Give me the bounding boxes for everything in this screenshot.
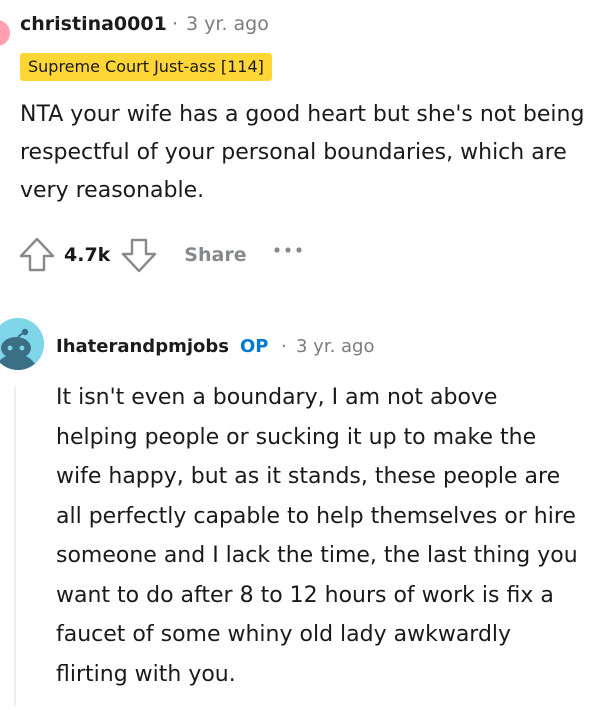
vote-score: 4.7k — [64, 244, 111, 266]
meta-separator: · — [172, 13, 179, 35]
meta-separator: · — [281, 336, 287, 357]
user-flair: Supreme Court Just-ass [114] — [20, 53, 272, 81]
comment-author[interactable]: Ihaterandpmjobs — [56, 336, 229, 357]
downvote-icon[interactable] — [120, 236, 158, 274]
upvote-icon[interactable] — [18, 236, 56, 274]
comment-timestamp[interactable]: 3 yr. ago — [296, 336, 375, 357]
avatar[interactable] — [0, 20, 10, 46]
comment-body: It isn't even a boundary, I am not above… — [56, 385, 578, 687]
snoo-avatar-icon — [0, 318, 44, 370]
comment-timestamp[interactable]: 3 yr. ago — [186, 13, 269, 35]
avatar[interactable] — [0, 318, 44, 370]
share-button[interactable]: Share — [184, 244, 246, 266]
comment-body: NTA your wife has a good heart but she's… — [20, 102, 585, 203]
thread-line[interactable] — [14, 386, 16, 706]
comment-actions: 4.7k Share — [18, 236, 303, 274]
op-badge: OP — [240, 336, 269, 357]
more-options-icon[interactable] — [273, 245, 303, 255]
comment-author[interactable]: christina0001 — [20, 13, 167, 35]
